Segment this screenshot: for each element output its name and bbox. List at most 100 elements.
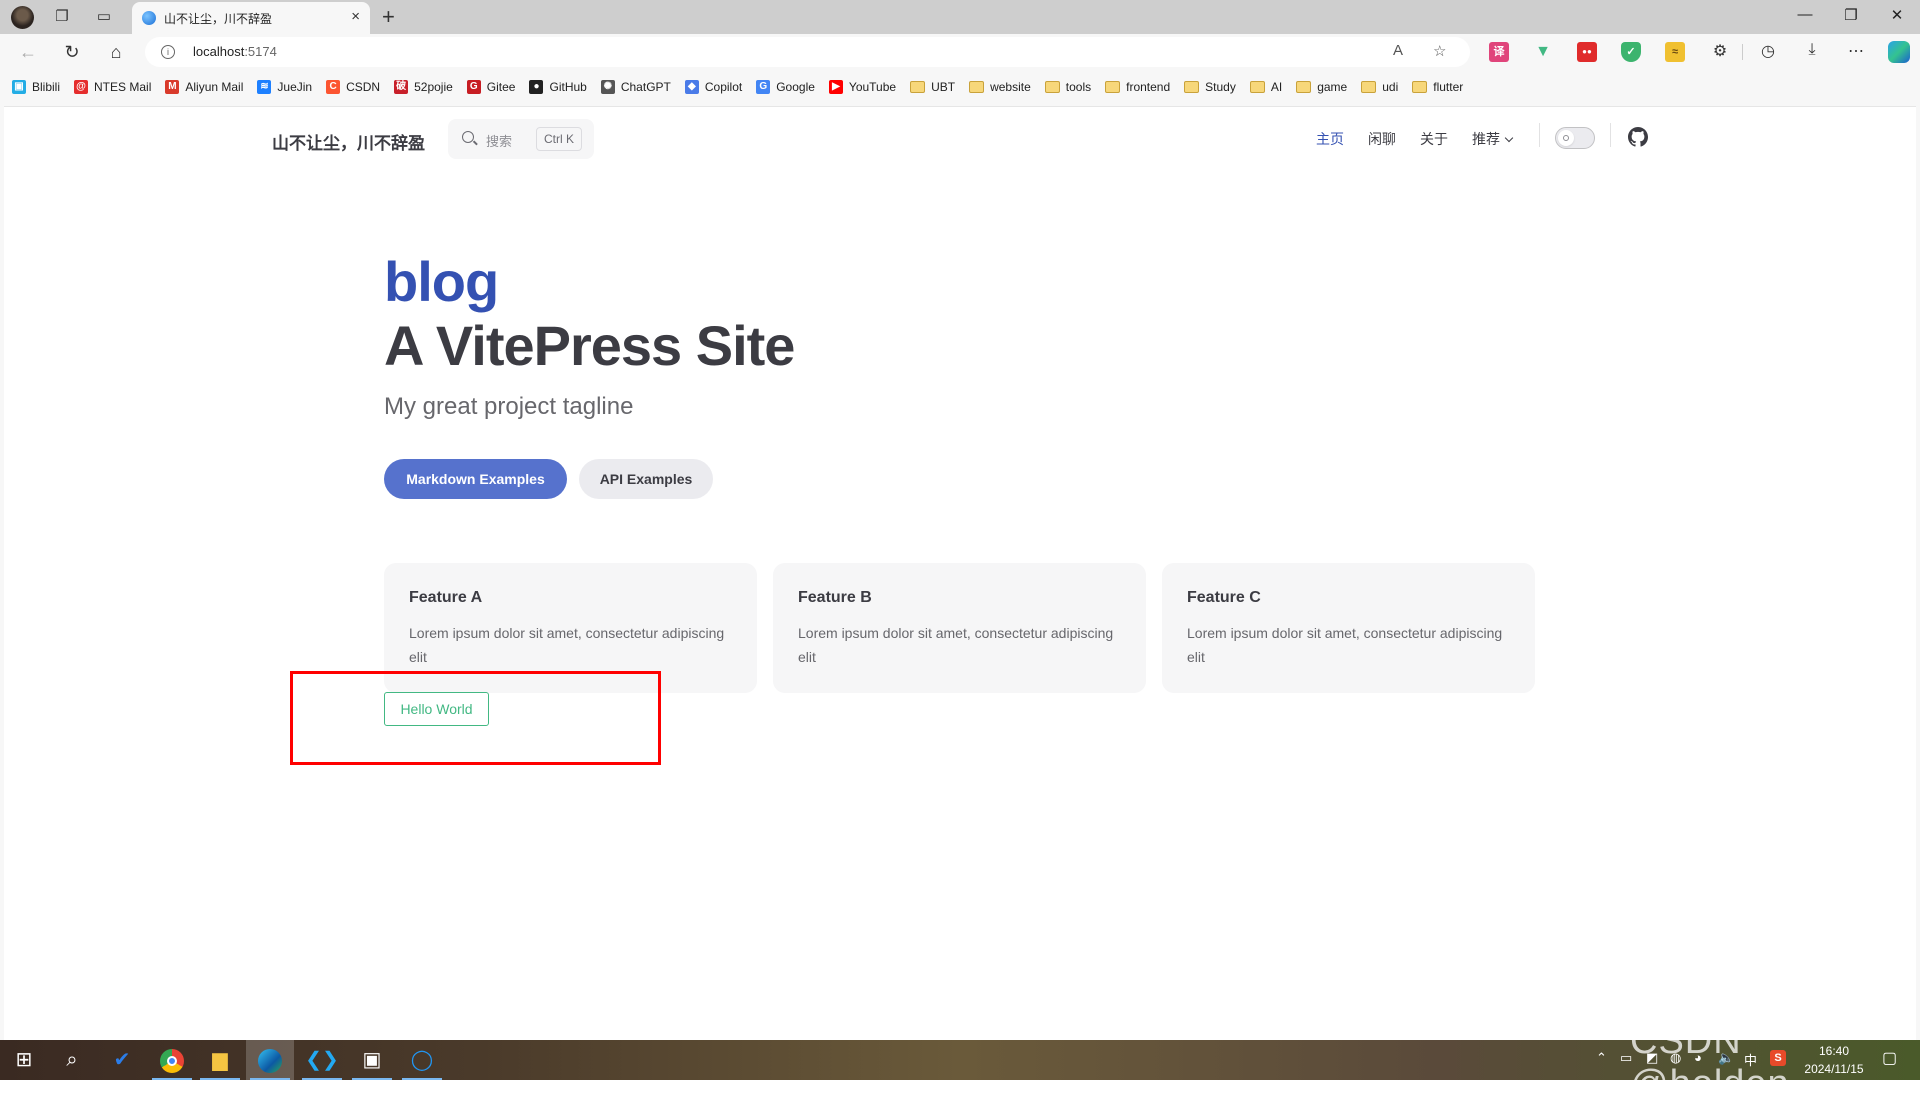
site-title[interactable]: 山不让尘，川不辞盈 [272, 129, 425, 154]
toolbar-divider [1742, 44, 1743, 60]
close-window-icon[interactable]: ✕ [1874, 6, 1920, 24]
bookmark-tools[interactable]: tools [1044, 80, 1091, 94]
history-icon[interactable]: ◷ [1757, 41, 1779, 61]
copilot-icon[interactable] [1888, 41, 1910, 63]
workspaces-icon[interactable]: ❐ [52, 7, 72, 27]
new-tab-icon[interactable]: + [382, 4, 395, 30]
url-text[interactable]: localhost:5174 [193, 44, 277, 59]
tab-active[interactable]: 山不让尘，川不辞盈 × [132, 2, 370, 34]
bookmark-flutter[interactable]: flutter [1412, 80, 1463, 94]
folder-icon [969, 81, 985, 93]
more-menu-icon[interactable]: ⋯ [1845, 41, 1867, 61]
minimize-icon[interactable]: — [1782, 6, 1828, 23]
bookmark-label: 52pojie [414, 80, 453, 94]
appearance-toggle[interactable] [1555, 127, 1595, 149]
ntes-icon: @ [74, 80, 89, 94]
browser-window: ❐ ▭ 山不让尘，川不辞盈 × + — ❐ ✕ ← ↻ ⌂ i localhos… [0, 0, 1920, 1040]
feature-card-b: Feature B Lorem ipsum dolor sit amet, co… [773, 563, 1146, 693]
bookmark-label: flutter [1433, 80, 1464, 94]
api-examples-button[interactable]: API Examples [579, 459, 713, 499]
search-placeholder: 搜索 [486, 134, 513, 149]
restore-icon[interactable]: ❐ [1828, 6, 1874, 24]
tampermonkey-icon[interactable]: ≈ [1665, 42, 1685, 62]
feature-card-c: Feature C Lorem ipsum dolor sit amet, co… [1162, 563, 1535, 693]
bookmark-study[interactable]: Study [1184, 80, 1236, 94]
csdn-icon: C [326, 80, 341, 94]
bookmark-label: Copilot [704, 80, 743, 94]
character-app-icon[interactable]: ▣ [348, 1040, 396, 1080]
nav-item-home[interactable]: 主页 [1316, 129, 1344, 149]
translate-extension-icon[interactable]: 译 [1489, 42, 1509, 62]
bookmark-frontend[interactable]: frontend [1105, 80, 1170, 94]
annotation-highlight-box [290, 671, 661, 765]
bookmark-label: Google [776, 80, 815, 94]
todo-app-icon[interactable]: ✔ [98, 1040, 146, 1080]
nav-item-about[interactable]: 关于 [1420, 129, 1448, 149]
bookmark-github[interactable]: ● GitHub [529, 80, 587, 94]
reload-icon[interactable]: ↻ [60, 40, 84, 64]
nav-item-about-label: 关于 [1420, 131, 1448, 147]
bookmark-ubt[interactable]: UBT [910, 80, 955, 94]
copilot-icon: ◆ [684, 80, 699, 94]
search-shortcut-kbd: Ctrl K [536, 127, 582, 151]
bookmark-ai[interactable]: AI [1249, 80, 1282, 94]
home-icon[interactable]: ⌂ [104, 40, 128, 64]
chatgpt-icon: ✺ [600, 80, 615, 94]
address-toolbar: ← ↻ ⌂ i localhost:5174 A ☆ 译 ▼ ●● ✓ ≈ ⚙ … [0, 34, 1920, 70]
bookmark-blibili[interactable]: ▣ Blibili [12, 80, 60, 94]
hero-name: blog [384, 250, 499, 313]
hero-title: A VitePress Site [384, 314, 795, 377]
vertical-tabs-icon[interactable]: ▭ [94, 7, 114, 27]
bookmark-gitee[interactable]: G Gitee [466, 80, 516, 94]
bookmark-label: Gitee [486, 80, 516, 94]
bookmark-copilot[interactable]: ◆ Copilot [684, 80, 743, 94]
search-icon [462, 131, 474, 143]
shield-extension-icon[interactable]: ✓ [1621, 42, 1641, 62]
read-aloud-icon[interactable]: A [1393, 42, 1403, 59]
extensions-icon[interactable]: ⚙ [1709, 41, 1731, 61]
start-icon[interactable]: ⊞ [0, 1040, 48, 1080]
back-icon[interactable]: ← [16, 40, 40, 64]
nav-item-recommend[interactable]: 推荐 [1472, 129, 1514, 149]
red-extension-icon[interactable]: ●● [1577, 42, 1597, 62]
edge-icon[interactable] [246, 1040, 294, 1080]
youtube-icon: ▶ [828, 80, 843, 94]
markdown-examples-button[interactable]: Markdown Examples [384, 459, 567, 499]
address-bar[interactable]: i localhost:5174 A ☆ [145, 37, 1470, 67]
profile-avatar[interactable] [11, 6, 34, 29]
favorite-star-icon[interactable]: ☆ [1433, 42, 1446, 60]
chrome-icon[interactable] [148, 1040, 196, 1080]
bookmark-label: udi [1382, 80, 1399, 94]
downloads-icon[interactable]: ⤓ [1801, 41, 1823, 59]
github-icon[interactable] [1628, 127, 1648, 147]
bookmark-label: JueJin [277, 80, 313, 94]
folder-icon [1412, 81, 1428, 93]
folder-icon [1296, 81, 1312, 93]
nav-item-chat[interactable]: 闲聊 [1368, 129, 1396, 149]
bookmark-website[interactable]: website [969, 80, 1031, 94]
file-explorer-icon[interactable]: ▆ [196, 1040, 244, 1080]
url-host: localhost [193, 44, 245, 59]
folder-icon [1184, 81, 1200, 93]
bookmark-google[interactable]: G Google [756, 80, 815, 94]
vscode-icon[interactable]: ❮❯ [298, 1040, 346, 1080]
bookmark-game[interactable]: game [1296, 80, 1347, 94]
vue-devtools-icon[interactable]: ▼ [1533, 42, 1553, 62]
bookmark-juejin[interactable]: ≋ JueJin [257, 80, 312, 94]
tab-title: 山不让尘，川不辞盈 [164, 12, 273, 26]
tray-overflow-icon[interactable]: ⌃ [1596, 1050, 1607, 1066]
site-info-icon[interactable]: i [161, 45, 175, 59]
chat-app-icon[interactable]: ◯ [398, 1040, 446, 1080]
taskbar-search-icon[interactable]: ⌕ [48, 1040, 96, 1080]
bookmark-aliyun-mail[interactable]: M Aliyun Mail [165, 80, 243, 94]
bookmark-youtube[interactable]: ▶ YouTube [828, 80, 896, 94]
search-button[interactable]: 搜索 Ctrl K [448, 119, 594, 159]
bookmark-csdn[interactable]: C CSDN [326, 80, 380, 94]
bookmark-ntes-mail[interactable]: @ NTES Mail [74, 80, 151, 94]
bookmark-label: GitHub [549, 80, 587, 94]
tab-close-icon[interactable]: × [351, 8, 360, 25]
bookmark-52pojie[interactable]: 破 52pojie [394, 80, 453, 94]
site-favicon-icon [142, 11, 156, 25]
bookmark-udi[interactable]: udi [1361, 80, 1398, 94]
bookmark-chatgpt[interactable]: ✺ ChatGPT [600, 80, 671, 94]
